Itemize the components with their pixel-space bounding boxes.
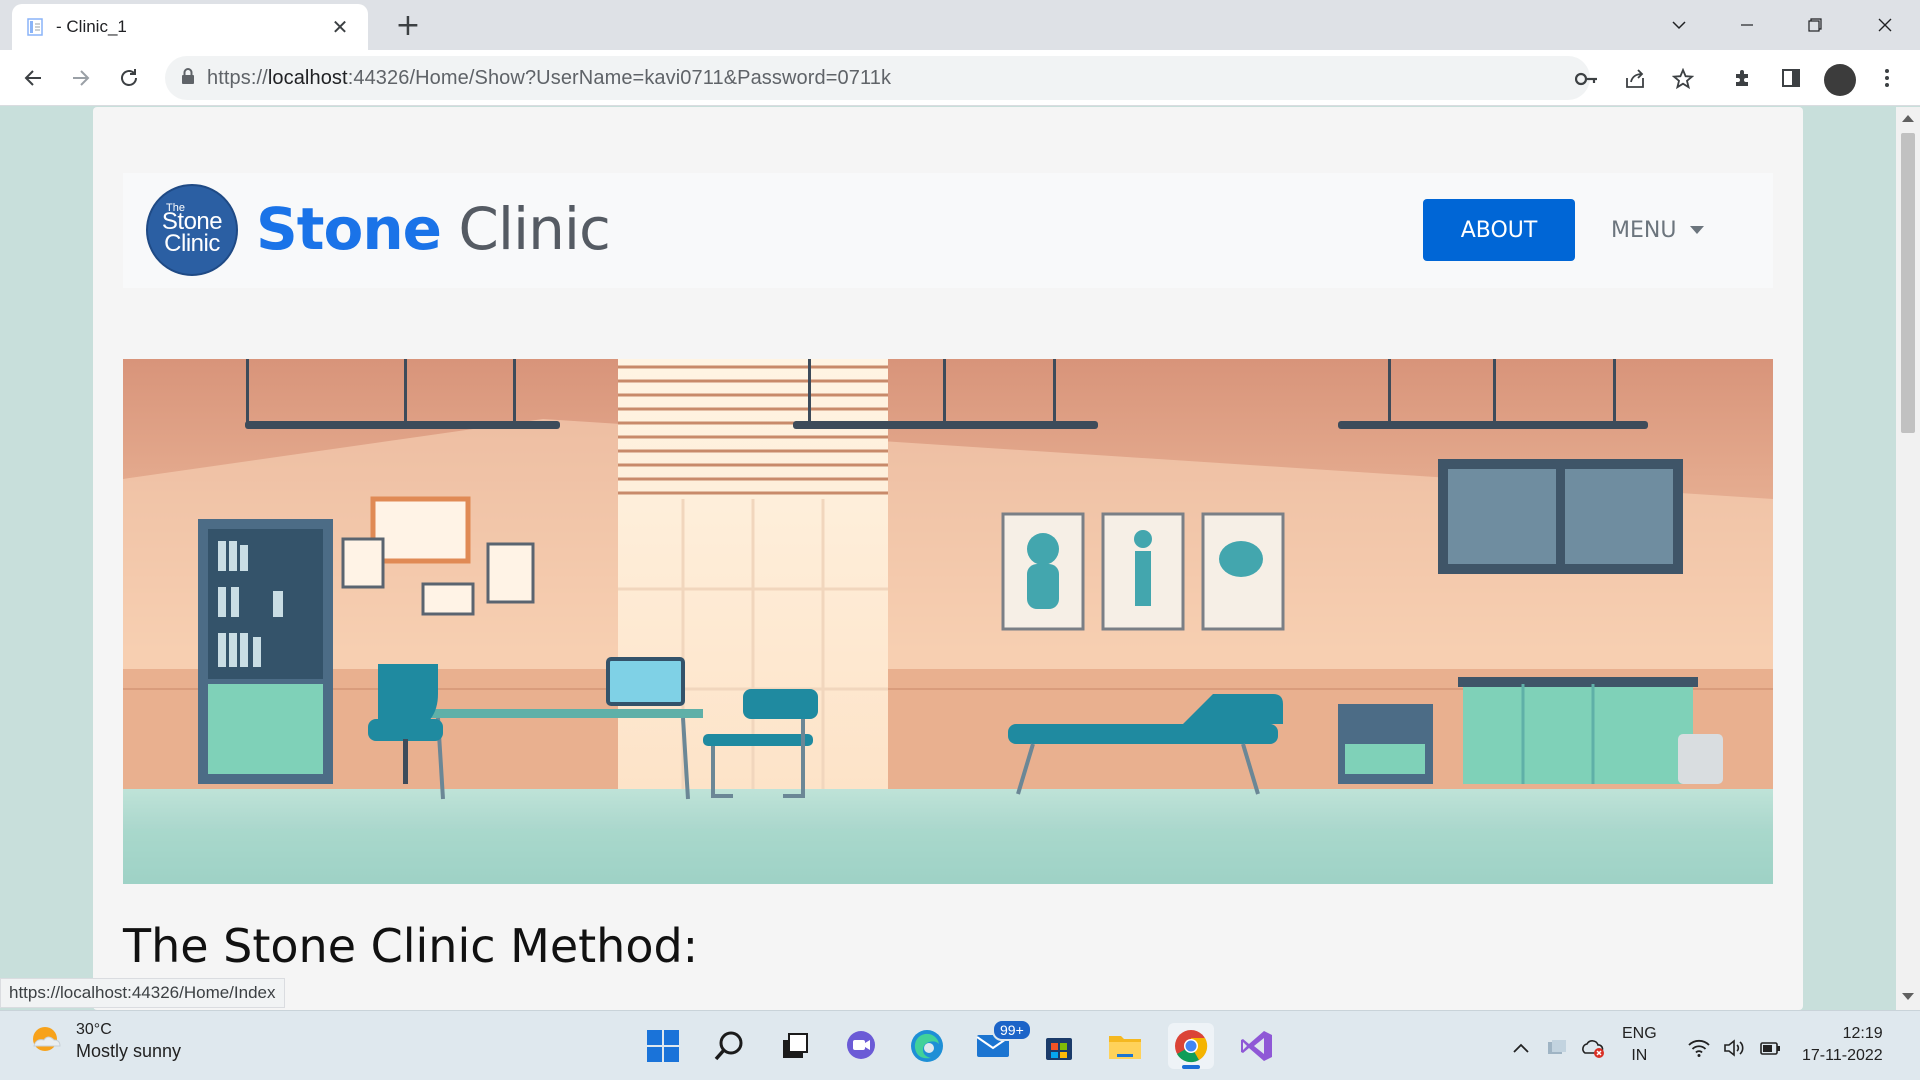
menu-label: MENU bbox=[1611, 217, 1677, 243]
brand-word-2: Clinic bbox=[458, 195, 610, 263]
store-icon[interactable] bbox=[1036, 1023, 1082, 1069]
page-scrollbar[interactable] bbox=[1896, 107, 1920, 1010]
visual-studio-icon[interactable] bbox=[1234, 1023, 1280, 1069]
wifi-icon[interactable] bbox=[1686, 1035, 1712, 1061]
minimize-button[interactable] bbox=[1720, 8, 1774, 42]
mail-icon[interactable]: 99+ bbox=[970, 1019, 1032, 1069]
browser-toolbar: https://localhost:44326/Home/Show?UserNa… bbox=[0, 50, 1920, 106]
weather-description: Mostly sunny bbox=[76, 1041, 182, 1061]
mail-unread-badge: 99+ bbox=[992, 1019, 1032, 1041]
lock-icon[interactable] bbox=[181, 67, 195, 89]
profile-avatar[interactable] bbox=[1824, 64, 1856, 96]
key-icon[interactable] bbox=[1573, 65, 1601, 93]
weather-temperature: 30°C bbox=[76, 1021, 112, 1038]
side-panel-icon[interactable] bbox=[1776, 63, 1806, 93]
page-viewport: The Stone Clinic Stone Clinic ABOUT MENU bbox=[0, 107, 1896, 1010]
tab-close-icon[interactable]: ✕ bbox=[326, 15, 354, 39]
extensions-icon[interactable] bbox=[1728, 63, 1758, 93]
clock-date: 17-11-2022 bbox=[1802, 1047, 1883, 1064]
teams-chat-icon[interactable] bbox=[838, 1023, 884, 1069]
task-view-icon[interactable] bbox=[772, 1023, 818, 1069]
brand-word-1: Stone bbox=[256, 195, 442, 263]
active-app-indicator bbox=[1182, 1065, 1200, 1069]
menu-dropdown[interactable]: MENU bbox=[1611, 199, 1705, 261]
forward-button[interactable] bbox=[62, 59, 100, 97]
language-code: ENG bbox=[1622, 1025, 1657, 1042]
clinic-hero-image bbox=[123, 359, 1773, 884]
url-text: https://localhost:44326/Home/Show?UserNa… bbox=[207, 66, 892, 89]
windows-taskbar: 30°C Mostly sunny 99+ ENG IN 12:19 17-11… bbox=[0, 1010, 1920, 1080]
weather-widget[interactable]: 30°C Mostly sunny bbox=[28, 1021, 181, 1062]
browser-tab[interactable]: - Clinic_1 ✕ bbox=[12, 4, 368, 50]
share-icon[interactable] bbox=[1621, 65, 1649, 93]
chrome-icon[interactable] bbox=[1168, 1023, 1214, 1069]
tab-strip: - Clinic_1 ✕ + bbox=[0, 0, 1920, 50]
network-tray-icon[interactable] bbox=[1544, 1035, 1570, 1061]
close-window-button[interactable] bbox=[1858, 8, 1912, 42]
about-button[interactable]: ABOUT bbox=[1423, 199, 1575, 261]
new-tab-button[interactable]: + bbox=[390, 10, 426, 46]
tab-title: - Clinic_1 bbox=[56, 17, 127, 36]
edge-icon[interactable] bbox=[904, 1023, 950, 1069]
chevron-up-icon[interactable] bbox=[1508, 1035, 1534, 1061]
clock-time: 12:19 bbox=[1842, 1025, 1883, 1042]
language-indicator[interactable]: ENG IN bbox=[1622, 1023, 1657, 1067]
address-bar[interactable]: https://localhost:44326/Home/Show?UserNa… bbox=[165, 56, 1694, 100]
tab-search-icon[interactable] bbox=[1652, 8, 1706, 42]
section-heading: The Stone Clinic Method: bbox=[123, 919, 699, 973]
start-icon[interactable] bbox=[640, 1023, 686, 1069]
scroll-up-arrow-icon[interactable] bbox=[1902, 115, 1914, 122]
file-explorer-icon[interactable] bbox=[1102, 1023, 1148, 1069]
link-status-bubble: https://localhost:44326/Home/Index bbox=[0, 978, 285, 1008]
scroll-thumb[interactable] bbox=[1901, 133, 1915, 433]
search-icon[interactable] bbox=[706, 1023, 752, 1069]
bookmark-star-icon[interactable] bbox=[1669, 65, 1697, 93]
back-button[interactable] bbox=[14, 59, 52, 97]
site-navbar: The Stone Clinic Stone Clinic ABOUT MENU bbox=[123, 173, 1773, 288]
logo-text-line2: Clinic bbox=[164, 230, 220, 257]
page-favicon-icon bbox=[26, 17, 46, 37]
restore-button[interactable] bbox=[1788, 8, 1842, 42]
volume-icon[interactable] bbox=[1722, 1035, 1748, 1061]
region-code: IN bbox=[1631, 1047, 1648, 1064]
cloud-sync-error-icon[interactable] bbox=[1580, 1035, 1606, 1061]
kebab-menu-icon[interactable] bbox=[1872, 63, 1902, 93]
battery-icon[interactable] bbox=[1758, 1035, 1784, 1061]
scroll-down-arrow-icon[interactable] bbox=[1902, 993, 1914, 1000]
sun-cloud-icon bbox=[28, 1022, 64, 1062]
site-brand[interactable]: Stone Clinic bbox=[256, 189, 611, 269]
system-clock[interactable]: 12:19 17-11-2022 bbox=[1802, 1023, 1883, 1067]
page-container: The Stone Clinic Stone Clinic ABOUT MENU bbox=[93, 107, 1803, 1010]
clinic-logo[interactable]: The Stone Clinic bbox=[146, 184, 238, 276]
caret-down-icon bbox=[1690, 226, 1705, 234]
reload-button[interactable] bbox=[110, 59, 148, 97]
